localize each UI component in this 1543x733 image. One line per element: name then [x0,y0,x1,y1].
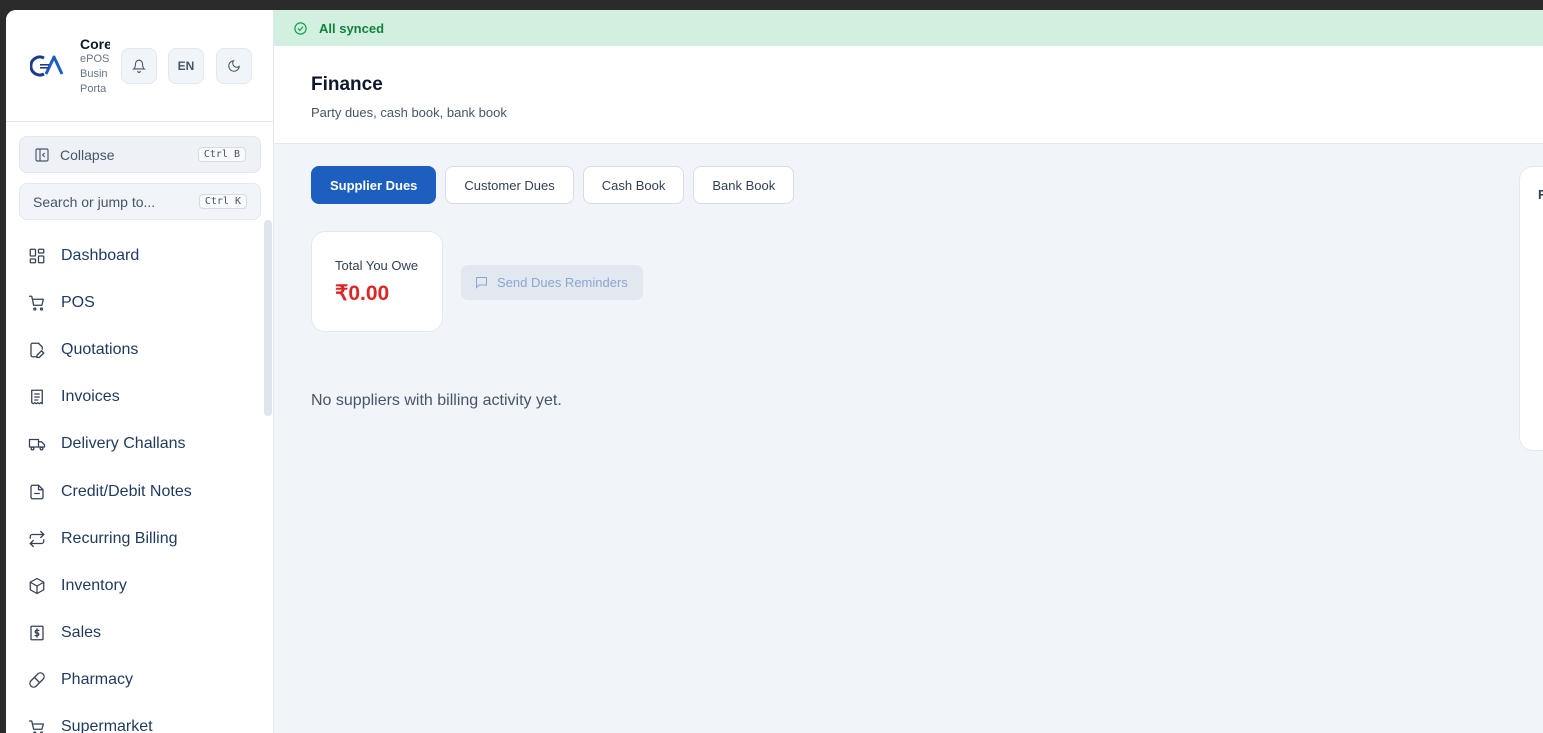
bell-icon [132,59,146,73]
brand-sub-line: ePOS [80,53,110,65]
tab-cash-book[interactable]: Cash Book [582,166,685,204]
sidebar-item-label: Recurring Billing [61,529,178,547]
box-icon [29,577,45,595]
sync-status-text: All synced [319,20,385,36]
document-icon [30,484,44,499]
sidebar-item-delivery-challans[interactable]: Delivery Challans [6,421,266,468]
send-dues-reminders-label: Send Dues Reminders [497,275,628,290]
tab-supplier-dues[interactable]: Supplier Dues [311,166,437,204]
theme-toggle-button[interactable] [216,48,252,84]
page-title: Finance [311,74,383,95]
sidebar-item-pos[interactable]: POS [6,279,266,326]
sidebar-item-label: Pharmacy [61,671,134,689]
sidebar: Core ePOS Busin Porta EN Collapse Ctrl B… [6,10,274,733]
tab-customer-dues[interactable]: Customer Dues [445,166,574,204]
sidebar-nav: Dashboard POS Quotations Invoices Delive… [6,232,266,733]
collapse-shortcut: Ctrl B [197,147,246,162]
basket-icon [28,720,45,733]
brand-sub-line: Porta [80,83,107,95]
sync-status-bar: All synced [274,10,1543,46]
sidebar-item-label: Supermarket [61,718,153,733]
dollar-receipt-icon [30,625,44,641]
check-circle-icon [294,21,307,35]
sidebar-item-recurring-billing[interactable]: Recurring Billing [6,515,266,562]
notifications-button[interactable] [121,48,157,84]
page-header: Finance Party dues, cash book, bank book [274,46,1543,144]
truck-icon [28,439,46,451]
brand-text: Core ePOS Busin Porta [80,36,110,97]
brand-name: Core [80,36,110,52]
sidebar-item-label: Credit/Debit Notes [61,482,192,500]
main-content: All synced Finance Party dues, cash book… [274,10,1543,733]
sidebar-item-label: Sales [61,624,102,642]
total-owe-label: Total You Owe [335,258,419,273]
side-panel-heading: F [1538,187,1543,202]
search-shortcut: Ctrl K [198,194,247,209]
sidebar-item-inventory[interactable]: Inventory [6,562,266,609]
sidebar-collapse-icon [35,147,49,162]
sidebar-item-quotations[interactable]: Quotations [6,326,266,373]
sidebar-item-label: Invoices [61,388,120,406]
message-icon [476,277,487,289]
sidebar-item-dashboard[interactable]: Dashboard [6,232,266,279]
empty-state-message: No suppliers with billing activity yet. [311,392,562,409]
sidebar-item-label: Dashboard [61,246,140,264]
search-input[interactable]: Search or jump to... Ctrl K [19,183,261,220]
sidebar-item-label: POS [61,293,95,311]
search-placeholder: Search or jump to... [33,193,156,210]
sidebar-item-sales[interactable]: Sales [6,610,266,657]
collapse-label: Collapse [60,146,115,163]
tab-bank-book[interactable]: Bank Book [693,166,795,204]
page-subtitle: Party dues, cash book, bank book [311,105,507,120]
collapse-button[interactable]: Collapse Ctrl B [19,136,261,173]
dashboard-icon [29,248,45,263]
app-window: Core ePOS Busin Porta EN Collapse Ctrl B… [6,10,1543,733]
repeat-icon [29,530,45,547]
send-dues-reminders-button[interactable]: Send Dues Reminders [461,265,643,300]
pill-icon [29,672,45,688]
sidebar-item-pharmacy[interactable]: Pharmacy [6,657,266,704]
sidebar-item-supermarket[interactable]: Supermarket [6,704,266,733]
sidebar-item-label: Quotations [61,340,139,358]
moon-icon [228,60,240,72]
sidebar-item-invoices[interactable]: Invoices [6,374,266,421]
cart-icon [28,295,45,311]
receipt-icon [31,389,43,405]
side-panel: F [1519,166,1543,451]
sidebar-item-credit-debit-notes[interactable]: Credit/Debit Notes [6,468,266,515]
brand-sub-line: Busin [80,68,108,80]
brand-logo-icon [30,55,64,77]
finance-tabs: Supplier Dues Customer Dues Cash Book Ba… [311,166,803,204]
edit-document-icon [30,342,45,359]
sidebar-scrollbar[interactable] [264,220,272,416]
language-button[interactable]: EN [168,48,204,84]
sidebar-header: Core ePOS Busin Porta EN [6,10,274,122]
sidebar-item-label: Delivery Challans [61,435,186,453]
total-owe-value: ₹0.00 [335,282,390,305]
total-owe-card: Total You Owe ₹0.00 [311,231,443,332]
sidebar-item-label: Inventory [61,576,127,594]
